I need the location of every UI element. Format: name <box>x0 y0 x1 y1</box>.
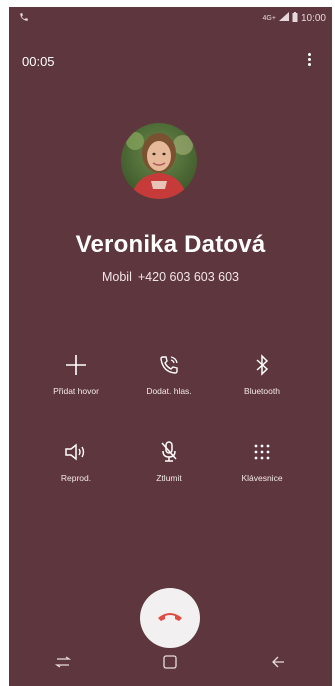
bluetooth-label: Bluetooth <box>244 386 280 396</box>
contact-number: Mobil +420 603 603 603 <box>9 270 332 284</box>
recents-button[interactable] <box>43 649 83 679</box>
phone-icon <box>19 12 29 25</box>
status-time: 10:00 <box>300 12 326 24</box>
speaker-icon <box>31 437 121 467</box>
status-bar: 4G+ 10:00 <box>9 7 332 29</box>
mute-label: Ztlumit <box>156 473 182 483</box>
wifi-voice-button[interactable]: Dodat. hlas. <box>124 350 214 396</box>
end-call-icon <box>157 609 183 627</box>
speaker-button[interactable]: Reprod. <box>31 437 121 483</box>
plus-icon <box>31 350 121 380</box>
keypad-button[interactable]: Klávesnice <box>217 437 307 483</box>
recents-icon <box>54 655 71 673</box>
signal-icon <box>278 12 289 24</box>
bluetooth-button[interactable]: Bluetooth <box>217 350 307 396</box>
wifi-voice-label: Dodat. hlas. <box>146 386 192 396</box>
home-button[interactable] <box>150 649 190 679</box>
call-screen: 4G+ 10:00 00:05 Veronika Datová Mobil +4… <box>9 7 332 686</box>
add-call-label: Přidat hovor <box>53 386 99 396</box>
keypad-icon <box>217 437 307 467</box>
add-call-button[interactable]: Přidat hovor <box>31 350 121 396</box>
number-type-label: Mobil <box>101 270 132 284</box>
mic-off-icon <box>124 437 214 467</box>
home-icon <box>163 654 178 674</box>
contact-avatar <box>121 123 197 199</box>
voicemail-wifi-icon <box>124 350 214 380</box>
more-options-icon[interactable] <box>304 51 314 67</box>
call-duration: 00:05 <box>22 54 55 69</box>
status-icons: 4G+ 10:00 <box>262 11 326 25</box>
contact-name: Veronika Datová <box>75 231 266 258</box>
bluetooth-icon <box>217 350 307 380</box>
speaker-label: Reprod. <box>60 473 92 483</box>
navigation-bar <box>9 642 332 686</box>
network-type-label: 4G+ <box>262 14 276 22</box>
phone-number: +420 603 603 603 <box>137 270 240 284</box>
battery-icon <box>292 11 298 25</box>
keypad-label: Klávesnice <box>241 473 283 483</box>
back-icon <box>271 655 285 674</box>
end-call-button[interactable] <box>140 588 200 648</box>
mute-button[interactable]: Ztlumit <box>124 437 214 483</box>
back-button[interactable] <box>258 649 298 679</box>
